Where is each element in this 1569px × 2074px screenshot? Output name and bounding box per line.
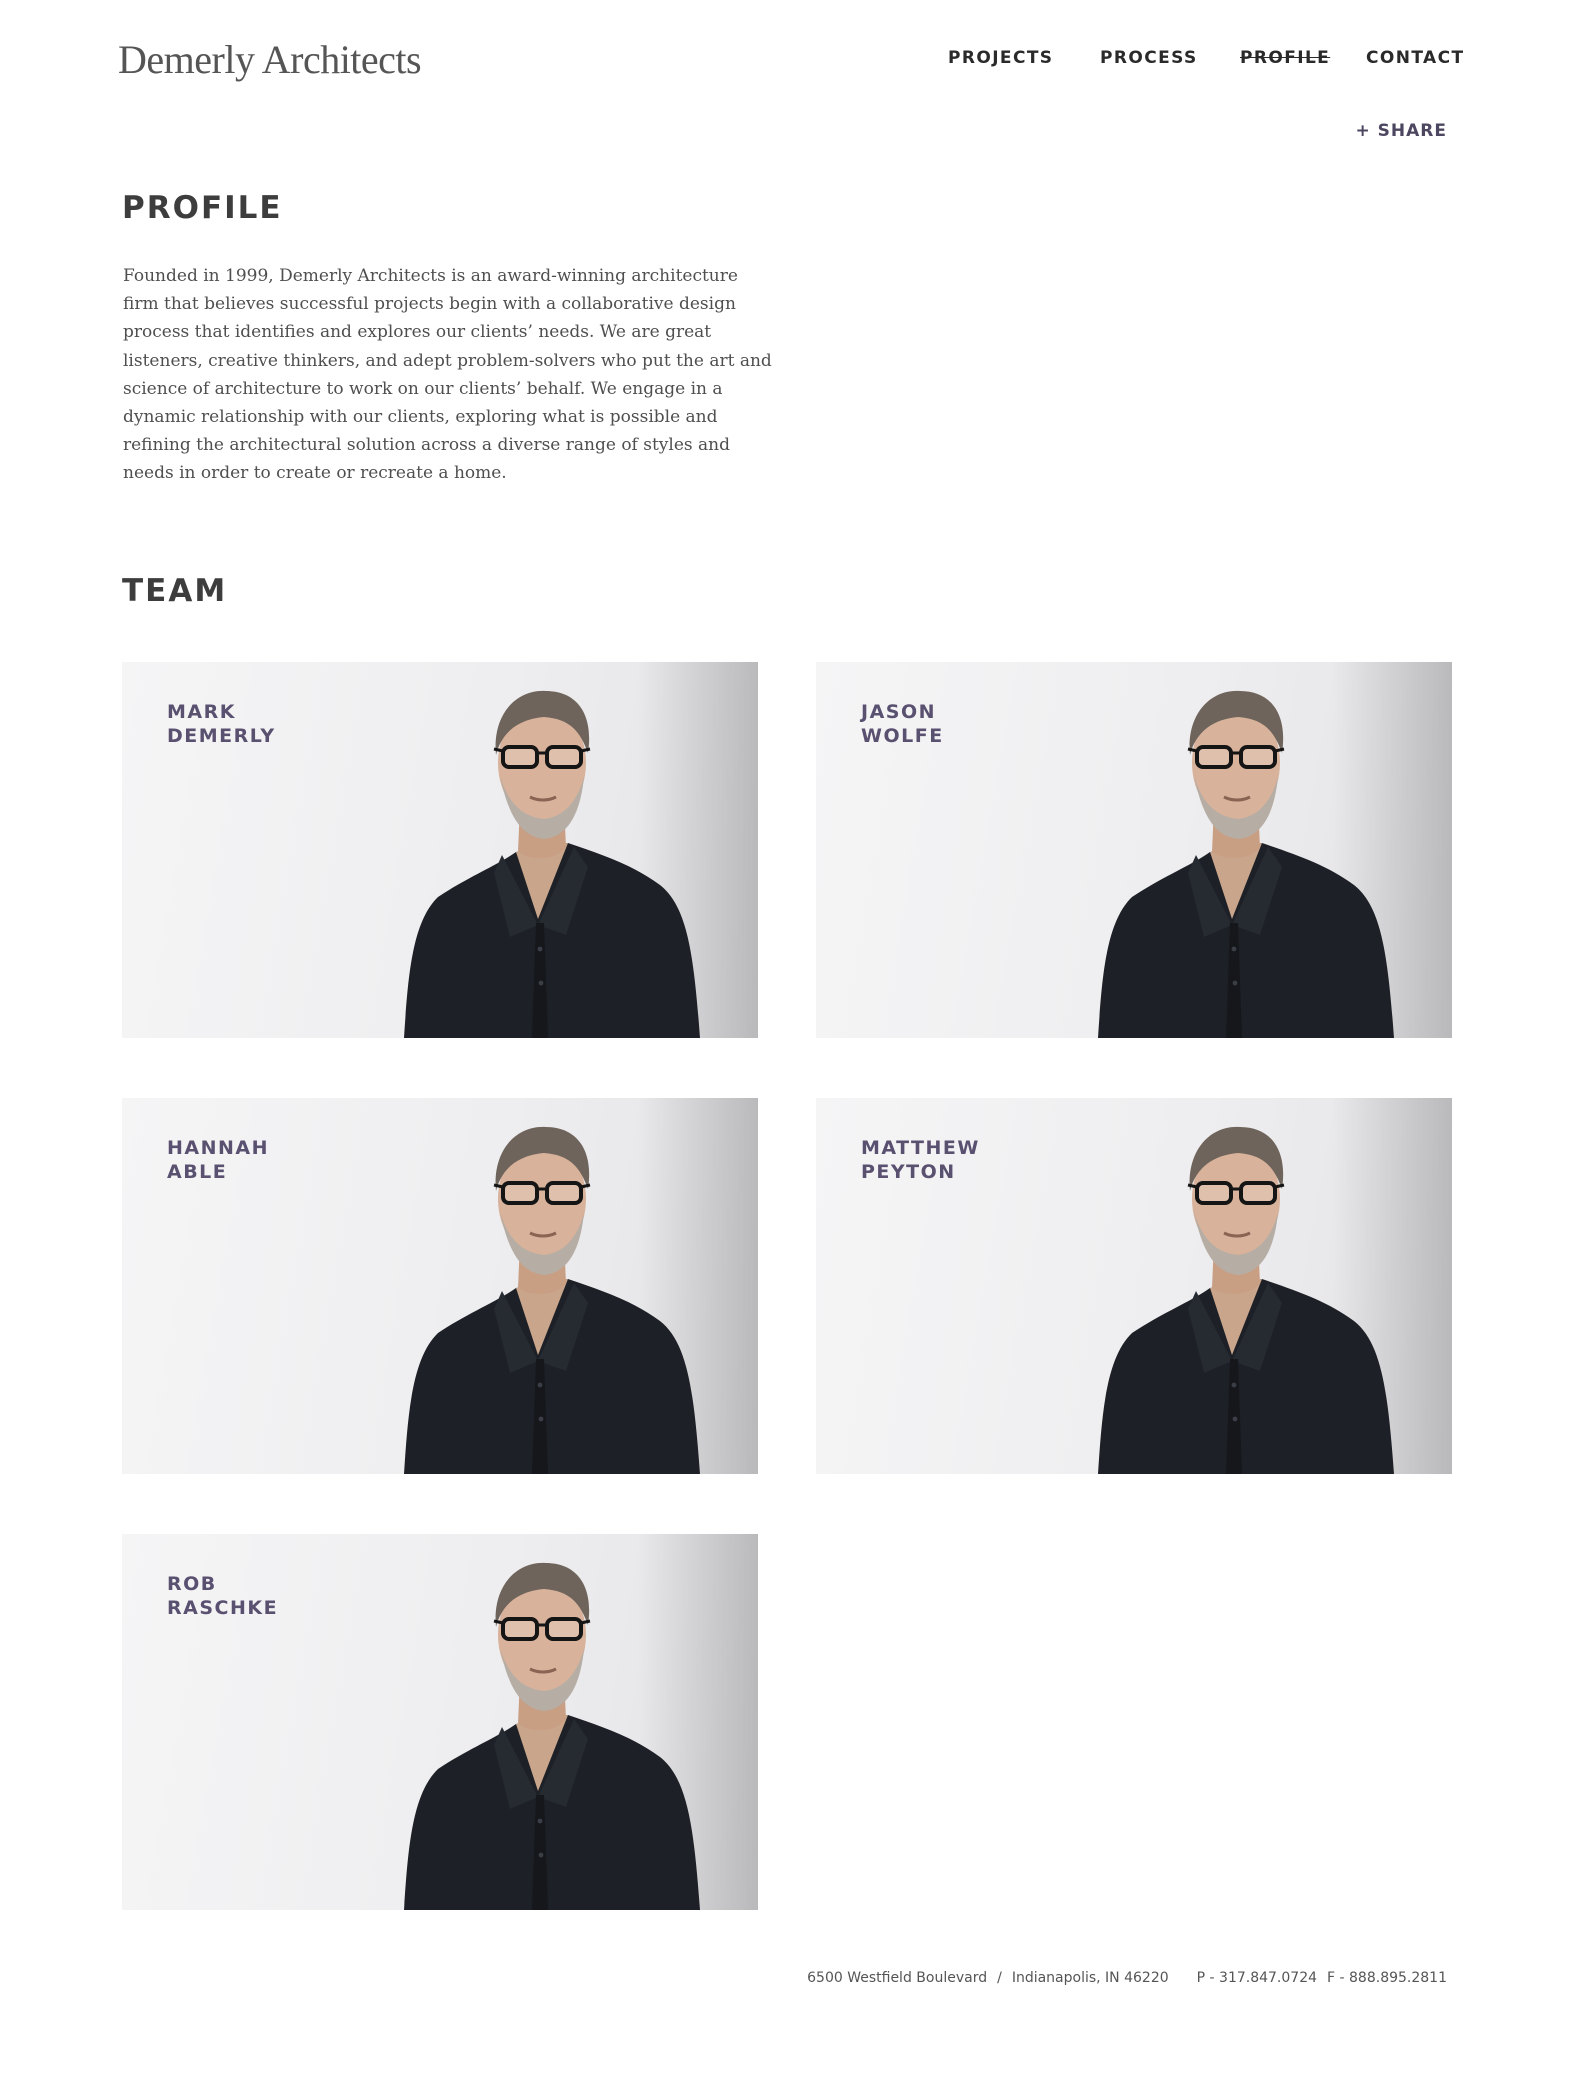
member-last-name: PEYTON (861, 1161, 956, 1183)
member-first-name: HANNAH (167, 1137, 270, 1159)
member-name: HANNAH ABLE (167, 1136, 367, 1184)
member-first-name: MATTHEW (861, 1137, 980, 1159)
portrait-photo (404, 1562, 700, 1910)
portrait-photo (1098, 1126, 1394, 1474)
member-name: MARK DEMERLY (167, 700, 367, 748)
member-last-name: DEMERLY (167, 725, 276, 747)
nav-profile[interactable]: PROFILE (1240, 48, 1330, 68)
nav-process[interactable]: PROCESS (1100, 48, 1198, 68)
profile-title: PROFILE (122, 190, 283, 226)
member-name: JASON WOLFE (861, 700, 1061, 748)
member-first-name: JASON (861, 701, 937, 723)
portrait-photo (404, 1126, 700, 1474)
main-nav: PROJECTS PROCESS PROFILE CONTACT (0, 48, 1569, 72)
footer-city: Indianapolis, IN 46220 (1011, 1970, 1169, 1986)
footer-contact: 6500 Westfield Boulevard / Indianapolis, I… (807, 1970, 1447, 1986)
footer-street: 6500 Westfield Boulevard (807, 1970, 988, 1986)
team-member-card[interactable]: HANNAH ABLE (122, 1098, 758, 1474)
nav-projects[interactable]: PROJECTS (948, 48, 1053, 68)
portrait-photo (1098, 690, 1394, 1038)
team-member-card[interactable]: ROB RASCHKE (122, 1534, 758, 1910)
footer-fax: F - 888.895.2811 (1327, 1970, 1447, 1986)
member-first-name: MARK (167, 701, 236, 723)
team-member-card[interactable]: JASON WOLFE (816, 662, 1452, 1038)
footer-separator: / (997, 1970, 1002, 1986)
share-button[interactable]: + SHARE (1356, 121, 1448, 141)
profile-description: Founded in 1999, Demerly Architects is a… (123, 266, 772, 484)
member-name: MATTHEW PEYTON (861, 1136, 1061, 1184)
nav-contact[interactable]: CONTACT (1366, 48, 1464, 68)
team-member-card[interactable]: MARK DEMERLY (122, 662, 758, 1038)
team-member-card[interactable]: MATTHEW PEYTON (816, 1098, 1452, 1474)
member-name: ROB RASCHKE (167, 1572, 367, 1620)
member-last-name: RASCHKE (167, 1597, 279, 1619)
team-title: TEAM (122, 573, 228, 609)
member-last-name: ABLE (167, 1161, 228, 1183)
member-first-name: ROB (167, 1573, 217, 1595)
footer-phone[interactable]: P - 317.847.0724 (1197, 1970, 1317, 1986)
member-last-name: WOLFE (861, 725, 944, 747)
portrait-photo (404, 690, 700, 1038)
